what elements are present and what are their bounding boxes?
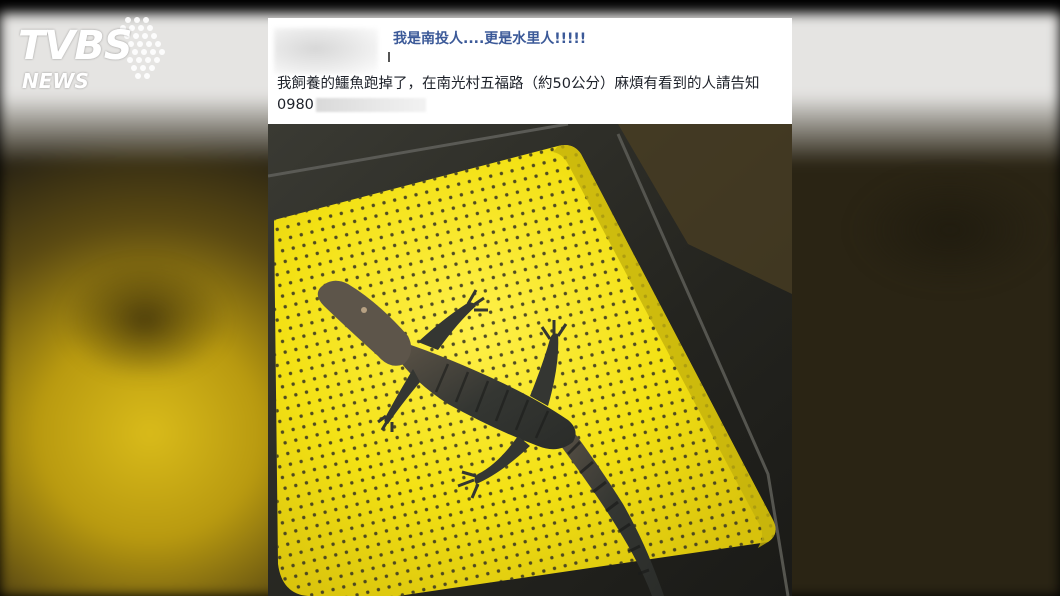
top-letterbox-bar [0, 0, 1060, 13]
blurred-background-shadow [850, 170, 1050, 290]
post-meta-marker [388, 52, 390, 62]
post-author-name[interactable]: 我是南投人....更是水里人!!!!! [393, 30, 586, 48]
blurred-profile-avatar [274, 28, 378, 74]
post-body: 我飼養的鱷魚跑掉了，在南光村五福路（約50公分）麻煩有看到的人請告知0980 [277, 74, 782, 116]
crocodile-photo-svg [268, 124, 792, 596]
logo-sub-text: NEWS [22, 69, 89, 93]
crocodile-eye [361, 307, 367, 313]
logo-main-text: TVBS [18, 23, 133, 69]
social-post-card: 我是南投人....更是水里人!!!!! 我飼養的鱷魚跑掉了，在南光村五福路（約5… [268, 18, 792, 124]
post-photo[interactable] [268, 124, 792, 596]
redacted-phone-number [315, 98, 426, 112]
blurred-background-shadow [60, 260, 230, 380]
tvbs-news-logo: TVBS NEWS [18, 17, 178, 100]
